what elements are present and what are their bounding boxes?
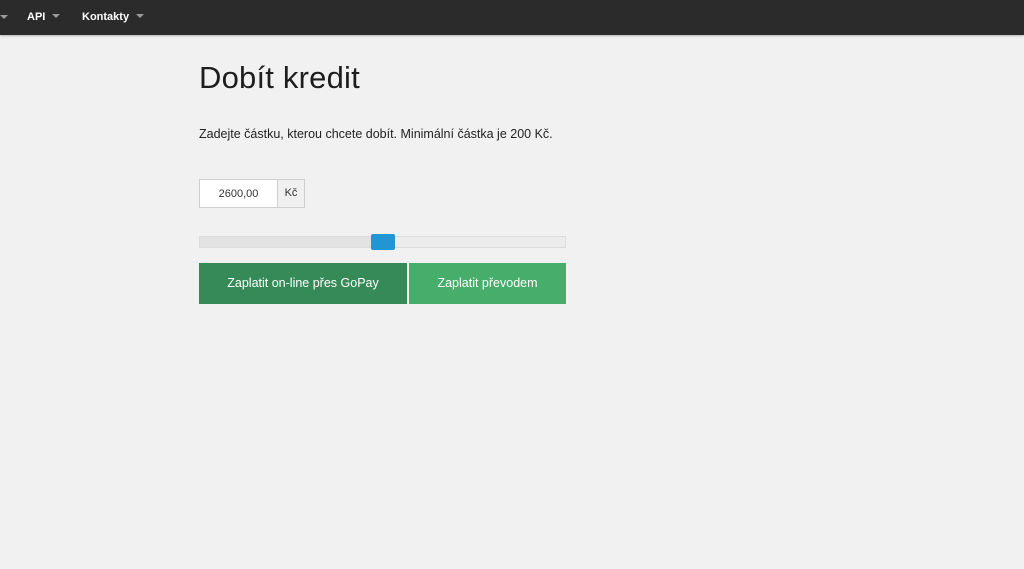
page-title: Dobít kredit (199, 60, 360, 95)
credit-topup-panel: Dobít kredit Zadejte částku, kterou chce… (199, 35, 566, 304)
nav-item-api[interactable]: API (27, 0, 61, 35)
chevron-down-icon (52, 14, 61, 18)
nav-item-kontakty[interactable]: Kontakty (82, 0, 145, 35)
slider-handle[interactable] (370, 234, 395, 250)
amount-slider[interactable] (199, 234, 566, 250)
nav-item-label: Kontakty (82, 11, 130, 23)
pay-by-transfer-button[interactable]: Zaplatit převodem (409, 263, 566, 304)
nav-item-label: API (27, 11, 46, 23)
chevron-down-icon (136, 14, 145, 18)
slider-track-fill (200, 237, 383, 247)
intro-text: Zadejte částku, kterou chcete dobít. Min… (199, 127, 553, 141)
top-navigation-bar: API Kontakty (0, 0, 1024, 35)
chevron-down-icon[interactable] (0, 15, 8, 19)
currency-label: Kč (278, 179, 305, 208)
amount-input-group: Kč (199, 179, 305, 208)
amount-input[interactable] (199, 179, 278, 208)
pay-online-gopay-button[interactable]: Zaplatit on-line přes GoPay (199, 263, 407, 304)
